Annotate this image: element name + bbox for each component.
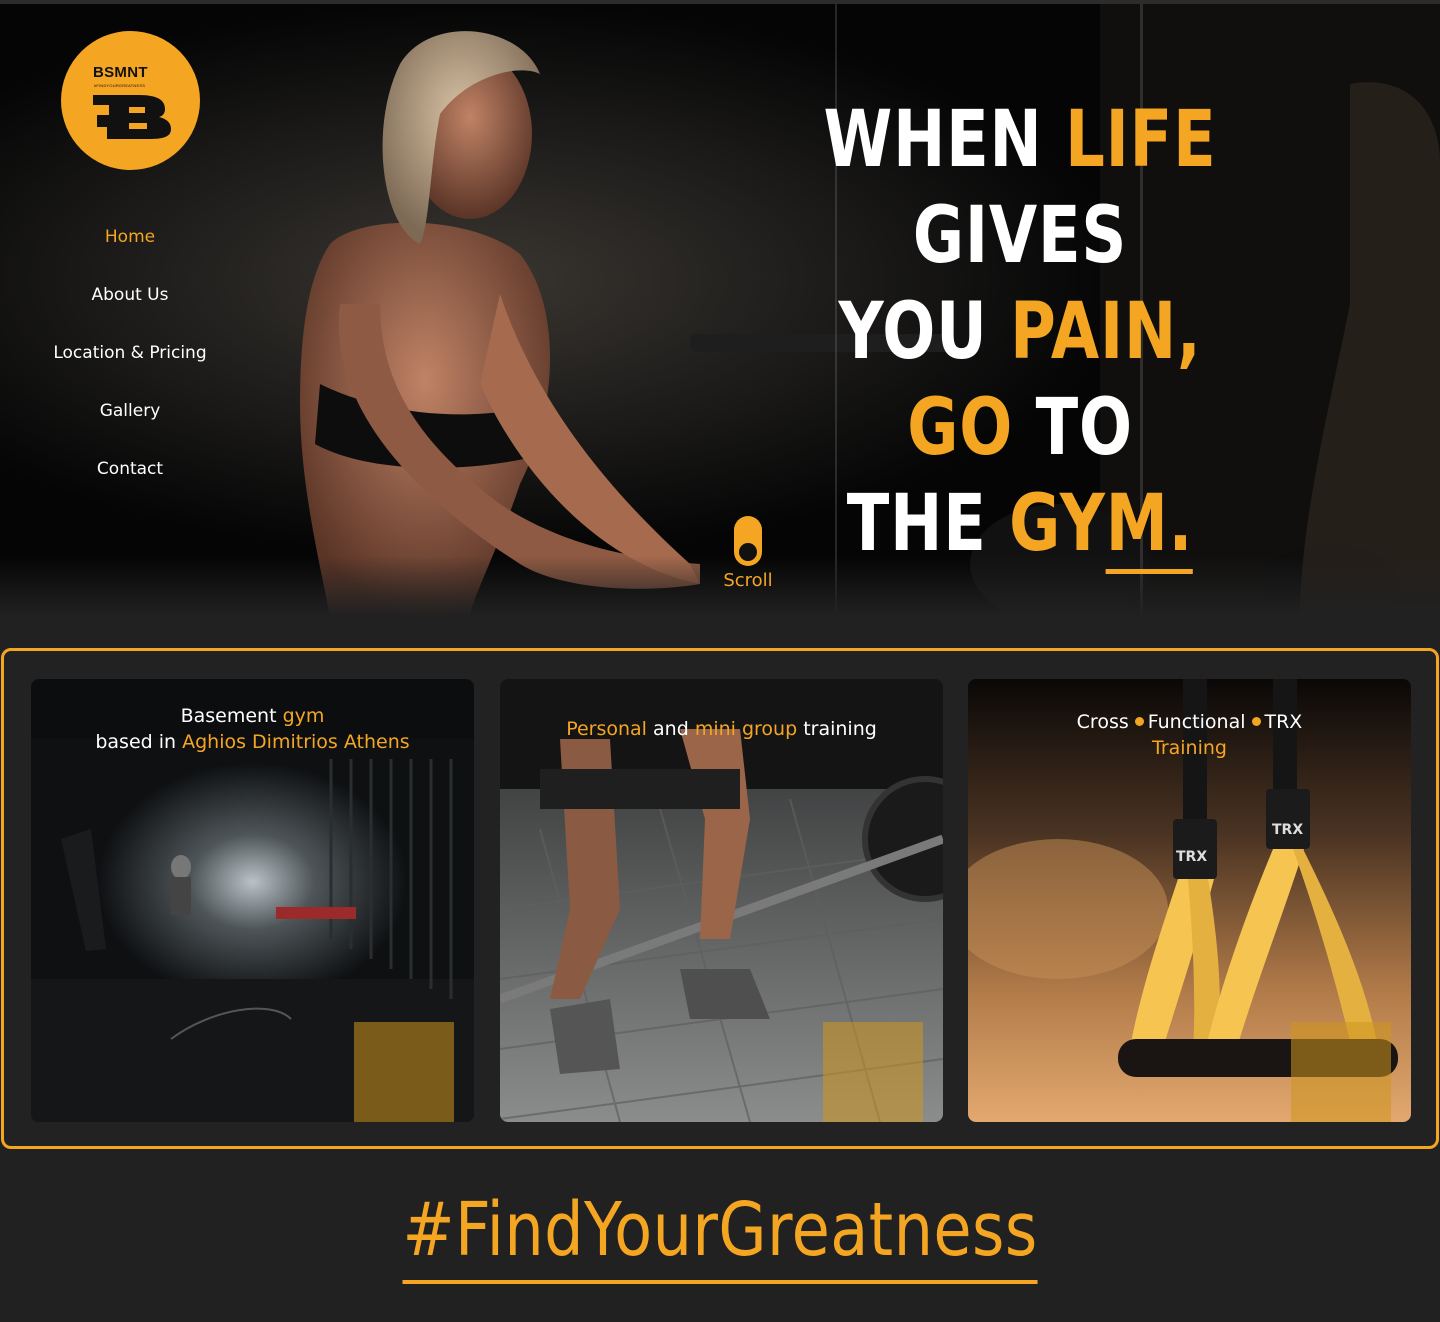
caption-text: Cross — [1076, 711, 1129, 733]
logo-b-mark-icon — [93, 95, 171, 139]
caption-text: training — [803, 718, 877, 740]
card-caption: Basement gym based in Aghios Dimitrios A… — [31, 703, 474, 755]
card-caption: Cross Functional TRX Training — [968, 709, 1411, 761]
caption-highlight: Training — [1152, 737, 1227, 759]
headline-word-highlight: LIFE — [1065, 95, 1217, 185]
headline-word: YOU — [838, 287, 988, 377]
svg-text:TRX: TRX — [1272, 822, 1303, 838]
tagline-hashtag: #FindYourGreatness — [402, 1180, 1038, 1284]
hero-headline: WHEN LIFE GIVES YOU PAIN, GO TO THE GYM. — [788, 92, 1252, 574]
scroll-label: Scroll — [723, 570, 773, 591]
scroll-indicator[interactable]: Scroll — [720, 516, 776, 591]
caption-text: Basement — [180, 705, 277, 727]
headline-word-highlight: GO — [907, 383, 1014, 473]
bullet-dot-icon — [1251, 717, 1261, 726]
logo-text: BSMNT — [93, 64, 148, 81]
tagline: #FindYourGreatness — [0, 1180, 1440, 1284]
nav-item-location-pricing[interactable]: Location & Pricing — [0, 334, 260, 392]
caption-text: Functional — [1147, 711, 1246, 733]
headline-word: TO — [1035, 383, 1133, 473]
headline-word-highlight: PAIN, — [1010, 287, 1202, 377]
brand-logo[interactable]: BSMNT #FINDYOURGREATNESS — [61, 31, 200, 170]
scroll-mouse-icon — [734, 516, 762, 566]
headline-line-3: GO TO — [788, 380, 1252, 476]
headline-word-underlined: M. — [1105, 479, 1194, 574]
caption-highlight: gym — [282, 705, 325, 727]
headline-word: THE — [846, 479, 987, 569]
caption-highlight: Aghios Dimitrios Athens — [182, 731, 410, 753]
headline-word-highlight: GY — [1009, 479, 1106, 569]
headline-word: WHEN — [823, 95, 1043, 185]
nav-item-contact[interactable]: Contact — [0, 450, 260, 508]
nav-item-gallery[interactable]: Gallery — [0, 392, 260, 450]
card-accent-square — [1291, 1022, 1391, 1122]
features-section: Basement gym based in Aghios Dimitrios A… — [1, 648, 1439, 1149]
feature-card-personal-training[interactable]: Personal and mini group training — [500, 679, 943, 1122]
svg-text:TRX: TRX — [1176, 849, 1207, 865]
nav-item-about-us[interactable]: About Us — [0, 276, 260, 334]
headline-word: GIVES — [912, 191, 1128, 281]
feature-card-trx-training[interactable]: TRX TRX Cross Functional TRX Training — [968, 679, 1411, 1122]
bullet-dot-icon — [1134, 717, 1144, 726]
card-accent-square — [354, 1022, 454, 1122]
main-nav: Home About Us Location & Pricing Gallery… — [0, 218, 260, 508]
caption-text: based in — [95, 731, 177, 753]
caption-text: TRX — [1264, 711, 1303, 733]
caption-highlight: Personal — [566, 718, 647, 740]
card-accent-square — [823, 1022, 923, 1122]
headline-line-4: THE GYM. — [788, 476, 1252, 574]
logo-hashtag: #FINDYOURGREATNESS — [94, 83, 146, 88]
caption-highlight: mini group — [694, 718, 798, 740]
card-caption: Personal and mini group training — [500, 716, 943, 742]
headline-line-2: YOU PAIN, — [788, 284, 1252, 380]
caption-text: and — [653, 718, 689, 740]
feature-card-gym-location[interactable]: Basement gym based in Aghios Dimitrios A… — [31, 679, 474, 1122]
nav-item-home[interactable]: Home — [0, 218, 260, 276]
hero-section: BSMNT #FINDYOURGREATNESS Home About Us L… — [0, 4, 1440, 616]
headline-line-1: WHEN LIFE GIVES — [788, 92, 1252, 284]
